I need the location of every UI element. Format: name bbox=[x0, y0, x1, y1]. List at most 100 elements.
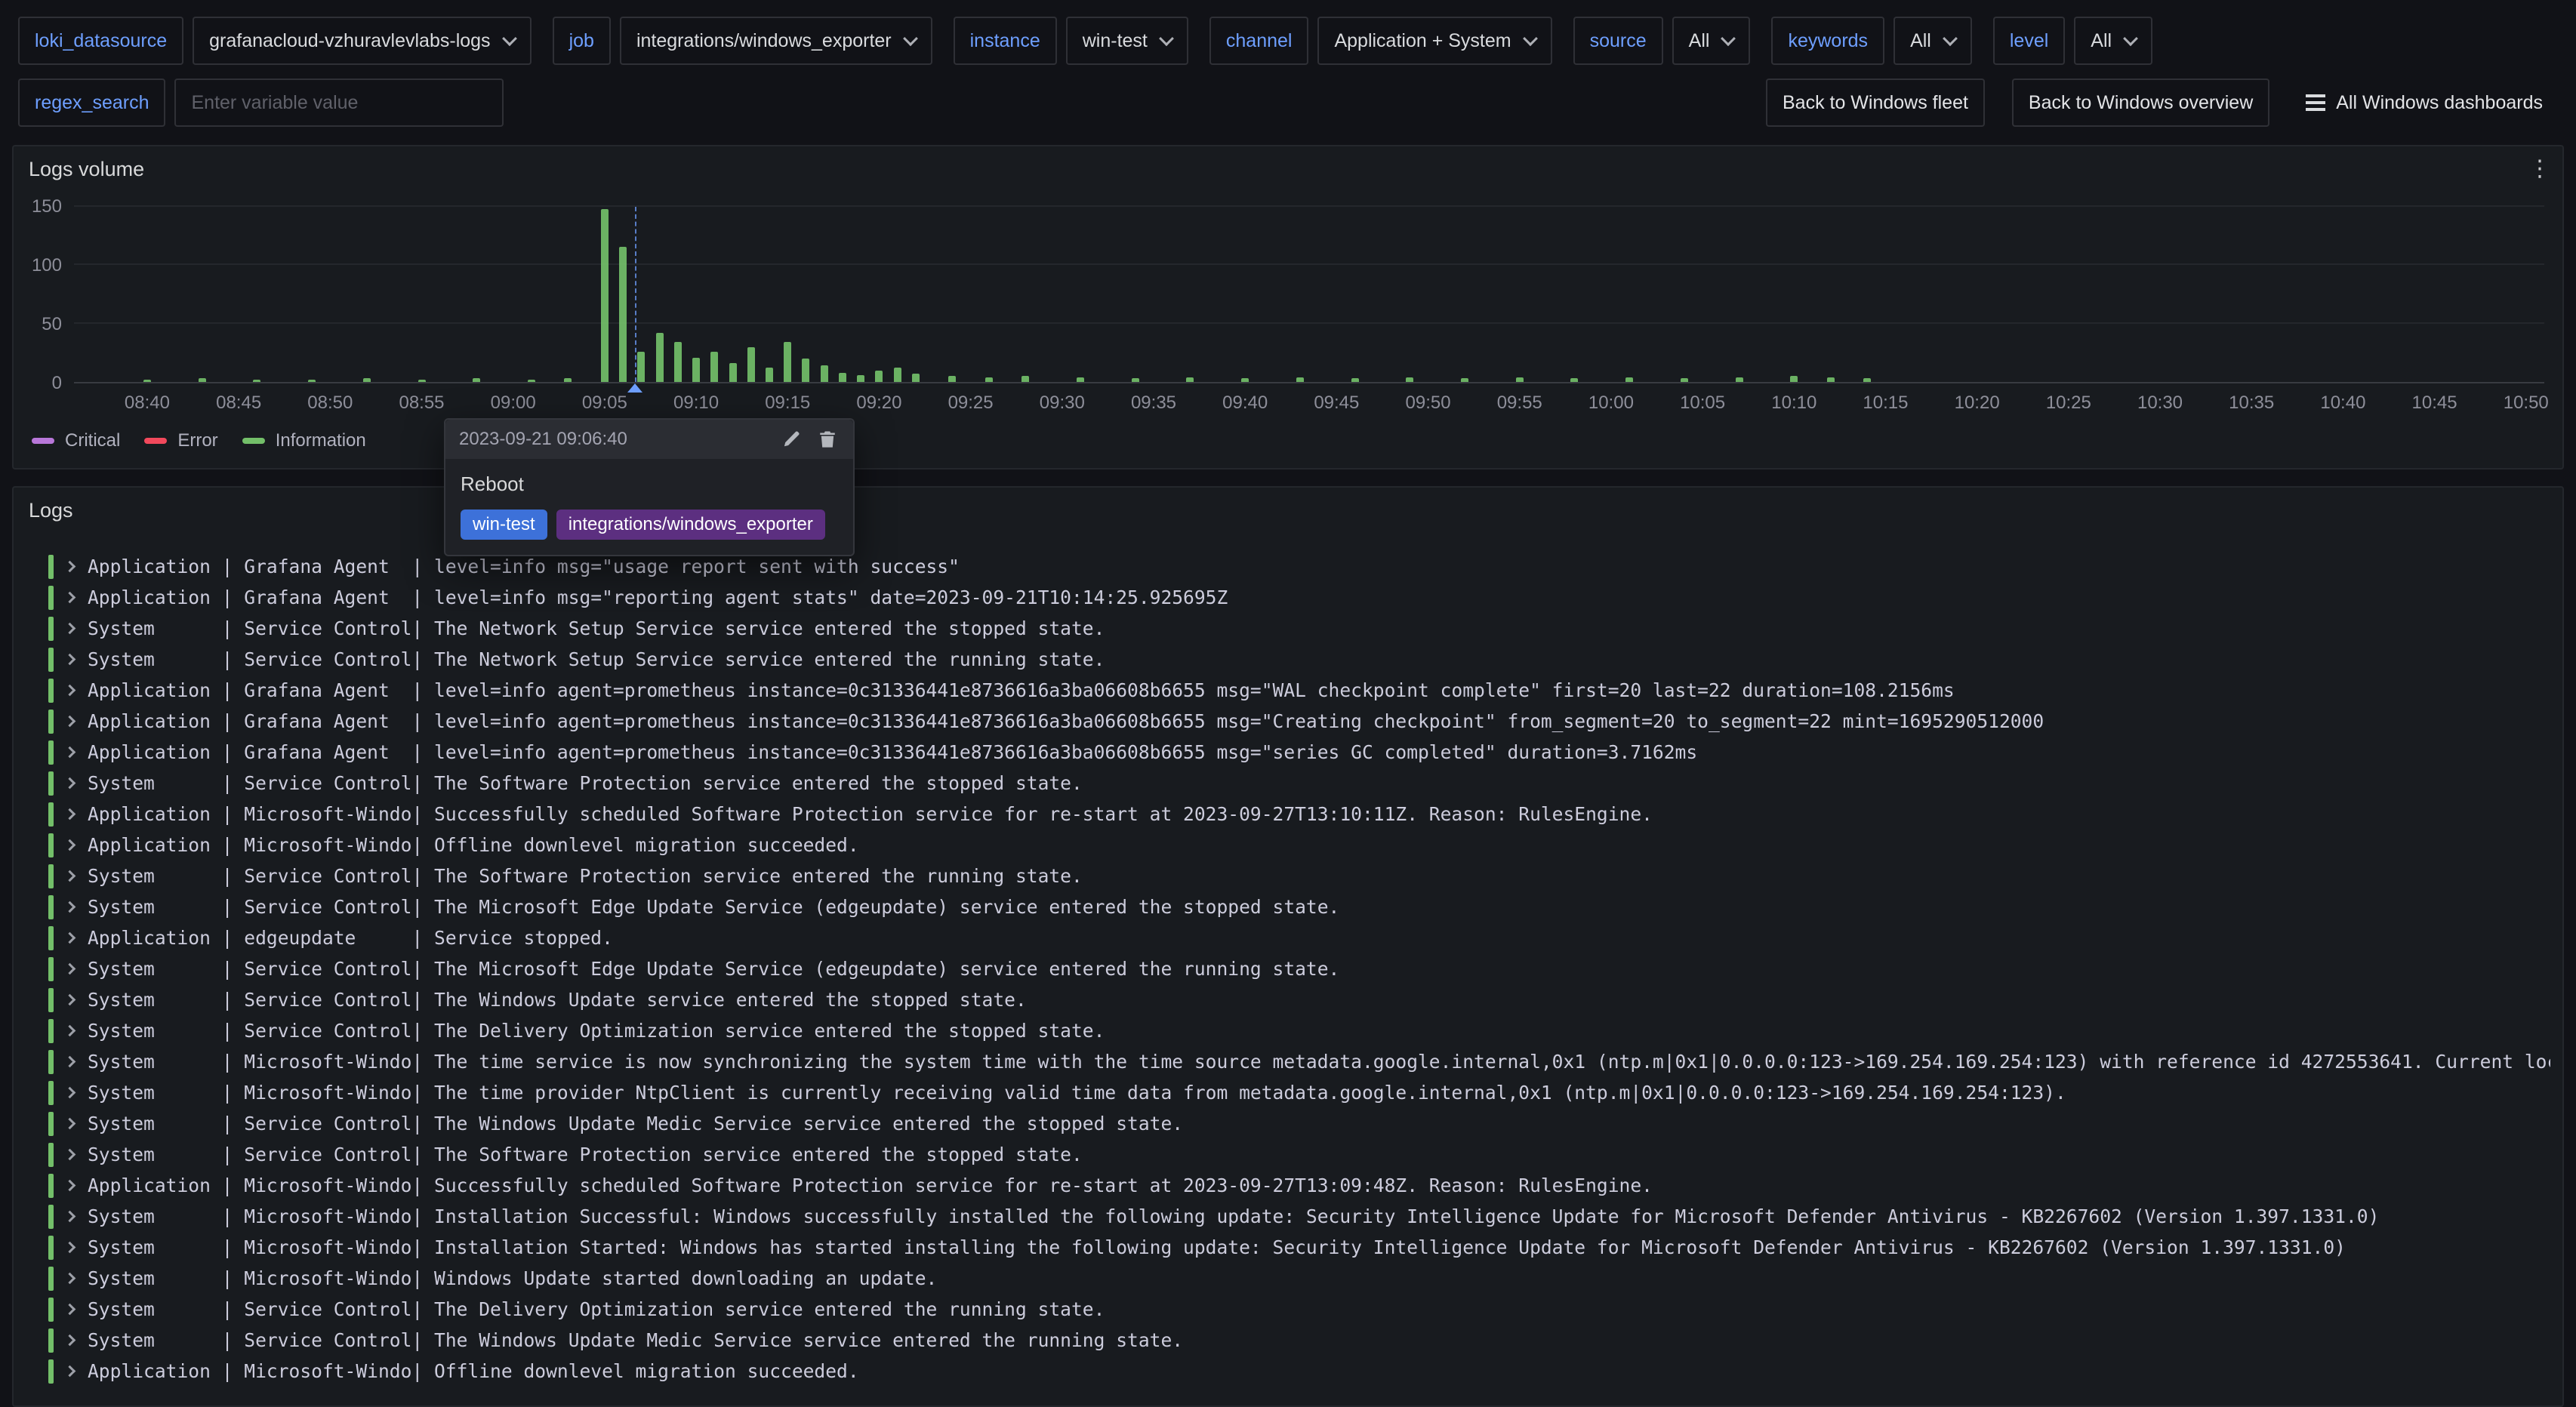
back-to-windows-fleet-button[interactable]: Back to Windows fleet bbox=[1766, 79, 1985, 127]
bar-information bbox=[1241, 378, 1249, 382]
chevron-right-icon[interactable] bbox=[64, 839, 76, 851]
log-row[interactable]: Application | Grafana Agent | level=info… bbox=[48, 551, 2550, 582]
chevron-right-icon[interactable] bbox=[64, 685, 76, 697]
log-level-indicator bbox=[48, 617, 54, 641]
log-row[interactable]: System | Service Control| The Software P… bbox=[48, 861, 2550, 891]
variable-label[interactable]: job bbox=[553, 17, 611, 65]
chevron-right-icon[interactable] bbox=[64, 1304, 76, 1316]
pencil-icon[interactable] bbox=[779, 427, 803, 451]
annotation-tags: win-test integrations/windows_exporter bbox=[461, 510, 838, 540]
log-level-indicator bbox=[48, 1298, 54, 1322]
chevron-right-icon[interactable] bbox=[64, 1273, 76, 1285]
log-row[interactable]: System | Microsoft-Windo| The time servi… bbox=[48, 1046, 2550, 1077]
chevron-right-icon[interactable] bbox=[64, 1365, 76, 1378]
variable-label[interactable]: level bbox=[1993, 17, 2065, 65]
chevron-right-icon[interactable] bbox=[64, 1335, 76, 1347]
regex-search-input[interactable] bbox=[174, 79, 504, 127]
variable-select[interactable]: All bbox=[1672, 17, 1751, 65]
chevron-right-icon[interactable] bbox=[64, 932, 76, 944]
log-row[interactable]: System | Microsoft-Windo| The time provi… bbox=[48, 1077, 2550, 1108]
chevron-right-icon[interactable] bbox=[64, 870, 76, 882]
log-row[interactable]: System | Service Control| The Delivery O… bbox=[48, 1294, 2550, 1325]
chevron-right-icon[interactable] bbox=[64, 654, 76, 666]
log-row[interactable]: Application | Grafana Agent | level=info… bbox=[48, 675, 2550, 706]
chevron-right-icon[interactable] bbox=[64, 1149, 76, 1161]
tag-win-test[interactable]: win-test bbox=[461, 510, 547, 540]
chevron-right-icon[interactable] bbox=[64, 1118, 76, 1130]
log-row[interactable]: Application | edgeupdate | Service stopp… bbox=[48, 922, 2550, 953]
variable-value-text: All bbox=[2091, 30, 2112, 52]
log-row[interactable]: System | Service Control| The Microsoft … bbox=[48, 953, 2550, 984]
variable-select[interactable]: win-test bbox=[1066, 17, 1188, 65]
log-row[interactable]: Application | Microsoft-Windo| Offline d… bbox=[48, 1356, 2550, 1387]
chevron-right-icon[interactable] bbox=[64, 963, 76, 975]
chevron-right-icon[interactable] bbox=[64, 623, 76, 635]
log-row[interactable]: Application | Grafana Agent | level=info… bbox=[48, 582, 2550, 613]
variable-select[interactable]: Application + System bbox=[1317, 17, 1551, 65]
chevron-right-icon[interactable] bbox=[64, 1180, 76, 1192]
log-row[interactable]: System | Service Control| The Windows Up… bbox=[48, 1325, 2550, 1356]
log-row[interactable]: System | Microsoft-Windo| Installation S… bbox=[48, 1232, 2550, 1263]
bar-information bbox=[1736, 377, 1743, 382]
bar-information bbox=[308, 380, 316, 382]
log-row[interactable]: System | Service Control| The Windows Up… bbox=[48, 984, 2550, 1015]
log-row[interactable]: System | Service Control| The Software P… bbox=[48, 768, 2550, 799]
log-row[interactable]: System | Service Control| The Microsoft … bbox=[48, 891, 2550, 922]
log-line-text: System | Service Control| The Software P… bbox=[88, 772, 1083, 794]
log-row[interactable]: System | Service Control| The Software P… bbox=[48, 1139, 2550, 1170]
back-to-windows-overview-button[interactable]: Back to Windows overview bbox=[2012, 79, 2269, 127]
variable-value-text: All bbox=[1910, 30, 1931, 52]
log-row[interactable]: Application | Microsoft-Windo| Successfu… bbox=[48, 1170, 2550, 1201]
log-row[interactable]: System | Microsoft-Windo| Windows Update… bbox=[48, 1263, 2550, 1294]
chevron-right-icon[interactable] bbox=[64, 777, 76, 790]
gridline bbox=[74, 205, 2544, 207]
chevron-right-icon[interactable] bbox=[64, 808, 76, 820]
bar-information bbox=[1863, 378, 1871, 382]
log-row[interactable]: System | Service Control| The Network Se… bbox=[48, 644, 2550, 675]
chevron-right-icon[interactable] bbox=[64, 592, 76, 604]
tag-integrations/windows_exporter[interactable]: integrations/windows_exporter bbox=[556, 510, 825, 540]
legend-item-critical[interactable]: Critical bbox=[32, 430, 120, 451]
log-line-text: Application | Microsoft-Windo| Successfu… bbox=[88, 1175, 1653, 1196]
trash-icon[interactable] bbox=[815, 427, 840, 451]
log-row[interactable]: Application | Grafana Agent | level=info… bbox=[48, 737, 2550, 768]
chevron-down-icon bbox=[1943, 31, 1958, 46]
log-row[interactable]: System | Microsoft-Windo| Installation S… bbox=[48, 1201, 2550, 1232]
y-axis-tick: 50 bbox=[42, 314, 62, 335]
log-row[interactable]: System | Service Control| The Network Se… bbox=[48, 613, 2550, 644]
annotation-marker[interactable] bbox=[627, 383, 642, 393]
chevron-right-icon[interactable] bbox=[64, 1056, 76, 1068]
log-row[interactable]: Application | Microsoft-Windo| Successfu… bbox=[48, 799, 2550, 830]
log-row[interactable]: Application | Grafana Agent | level=info… bbox=[48, 706, 2550, 737]
variable-select[interactable]: All bbox=[2074, 17, 2152, 65]
log-row[interactable]: Application | Microsoft-Windo| Offline d… bbox=[48, 830, 2550, 861]
kebab-menu-icon[interactable]: ⋮ bbox=[2526, 154, 2553, 184]
variable-label[interactable]: channel bbox=[1209, 17, 1309, 65]
variable-label[interactable]: instance bbox=[954, 17, 1057, 65]
x-axis-tick: 09:30 bbox=[1040, 393, 1085, 414]
chevron-right-icon[interactable] bbox=[64, 1211, 76, 1223]
chevron-right-icon[interactable] bbox=[64, 1242, 76, 1254]
variable-select[interactable]: grafanacloud-vzhuravlevlabs-logs bbox=[193, 17, 531, 65]
log-row[interactable]: System | Service Control| The Delivery O… bbox=[48, 1015, 2550, 1046]
chevron-right-icon[interactable] bbox=[64, 747, 76, 759]
chevron-right-icon[interactable] bbox=[64, 716, 76, 728]
bar-information bbox=[1827, 377, 1835, 382]
logs-volume-panel-header[interactable]: Logs volume ⋮ bbox=[14, 146, 2562, 192]
all-windows-dashboards-button[interactable]: All Windows dashboards bbox=[2291, 79, 2558, 127]
log-row[interactable]: System | Service Control| The Windows Up… bbox=[48, 1108, 2550, 1139]
legend-item-information[interactable]: Information bbox=[242, 430, 366, 451]
chevron-right-icon[interactable] bbox=[64, 994, 76, 1006]
logs-panel-header[interactable]: Logs bbox=[14, 488, 2562, 533]
variable-label[interactable]: keywords bbox=[1771, 17, 1884, 65]
variable-select[interactable]: integrations/windows_exporter bbox=[620, 17, 932, 65]
chevron-right-icon[interactable] bbox=[64, 1087, 76, 1099]
legend-item-error[interactable]: Error bbox=[144, 430, 217, 451]
variable-label[interactable]: source bbox=[1573, 17, 1663, 65]
variable-select[interactable]: All bbox=[1893, 17, 1972, 65]
chevron-right-icon[interactable] bbox=[64, 901, 76, 913]
chevron-right-icon[interactable] bbox=[64, 561, 76, 573]
plot-area[interactable] bbox=[74, 207, 2544, 383]
variable-label[interactable]: loki_datasource bbox=[18, 17, 183, 65]
chevron-right-icon[interactable] bbox=[64, 1025, 76, 1037]
